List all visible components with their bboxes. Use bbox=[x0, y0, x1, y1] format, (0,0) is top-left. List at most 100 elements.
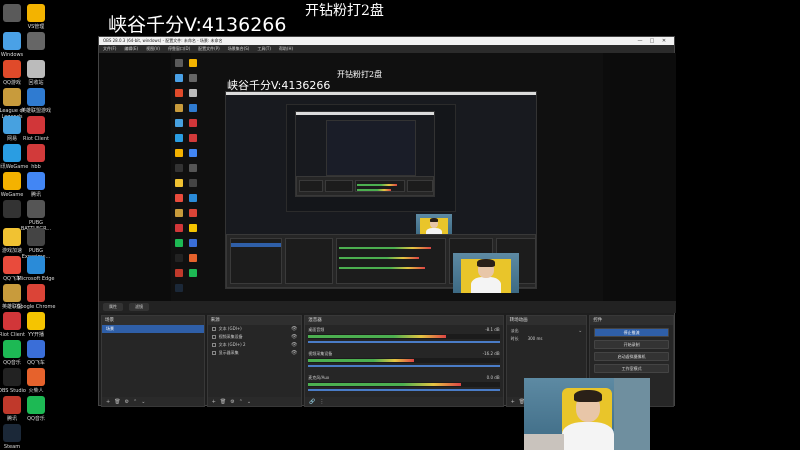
preview-canvas[interactable]: 峡谷千分V:4136266 开钻粉打2盘 bbox=[171, 53, 603, 301]
desktop-icon-label: VS管理 bbox=[27, 24, 45, 30]
obs-title-text: OBS 28.0.3 (64-bit, windows) - 配置文件: 未命名… bbox=[103, 38, 223, 43]
preview-app-icon bbox=[175, 179, 183, 187]
visibility-icon[interactable]: 👁 bbox=[291, 351, 297, 356]
mixer-menu-button[interactable]: ⋮ bbox=[320, 399, 325, 405]
start-recording-button[interactable]: 开始录制 bbox=[594, 340, 669, 349]
channel-db: -16.2 dB bbox=[482, 351, 500, 356]
add-source-button[interactable]: + bbox=[212, 399, 216, 405]
menu-edit[interactable]: 编辑(E) bbox=[124, 46, 138, 52]
preview-app-icon bbox=[189, 239, 197, 247]
source-config-button[interactable]: ⚙ bbox=[230, 399, 234, 405]
preview-app-icon bbox=[189, 179, 197, 187]
source-item[interactable]: 视频采集设备 👁 bbox=[208, 333, 302, 341]
close-button[interactable]: ✕ bbox=[658, 38, 670, 44]
preview-app-icon bbox=[189, 209, 197, 217]
desktop-icon[interactable]: 回收站 bbox=[16, 60, 56, 86]
desktop-icon-label: Windows bbox=[0, 52, 24, 58]
scene-item[interactable]: 场景 bbox=[102, 325, 204, 333]
source-up-button[interactable]: ⌃ bbox=[239, 399, 243, 405]
desktop-icon[interactable]: hbb bbox=[16, 144, 56, 170]
volume-slider[interactable] bbox=[308, 389, 500, 391]
menu-file[interactable]: 文件(F) bbox=[103, 46, 116, 52]
volume-slider[interactable] bbox=[308, 341, 500, 343]
app-icon bbox=[3, 424, 21, 442]
scene-up-button[interactable]: ⌃ bbox=[133, 399, 137, 405]
nested-obs-2 bbox=[295, 111, 435, 197]
desktop-icon[interactable]: VS管理 bbox=[16, 4, 56, 30]
app-icon bbox=[27, 256, 45, 274]
remove-source-button[interactable]: 🗑 bbox=[220, 399, 226, 405]
virtual-camera-button[interactable]: 启动虚拟摄像机 bbox=[594, 352, 669, 361]
app-icon bbox=[27, 172, 45, 190]
scene-config-button[interactable]: ⚙ bbox=[125, 399, 129, 405]
menu-scene-collection[interactable]: 场景集合(S) bbox=[228, 46, 250, 52]
desktop-icon[interactable]: Steam bbox=[0, 424, 32, 450]
desktop-icon[interactable]: Riot Client bbox=[16, 116, 56, 142]
obs-preview[interactable]: 峡谷千分V:4136266 开钻粉打2盘 bbox=[99, 53, 676, 301]
app-icon bbox=[27, 200, 45, 218]
overlay-title: 峡谷千分V:4136266 bbox=[108, 14, 287, 36]
preview-app-icon bbox=[175, 224, 183, 232]
desktop-icon[interactable] bbox=[16, 32, 56, 52]
preview-app-icon bbox=[189, 224, 197, 232]
source-item[interactable]: 文本 (GDI+) 👁 bbox=[208, 325, 302, 333]
preview-app-icon bbox=[175, 164, 183, 172]
desktop-icon[interactable]: Microsoft Edge bbox=[16, 256, 56, 282]
nested-preview-1 bbox=[286, 104, 456, 212]
mixer-dock: 混音器 桌面音频 -8.1 dB 视频采集设备 -16.2 dB 麦克风/Aux 0.0 … bbox=[304, 315, 504, 407]
channel-name: 桌面音频 bbox=[308, 327, 325, 332]
desktop-icon[interactable]: Google Chrome bbox=[16, 284, 56, 310]
preview-app-icon bbox=[175, 194, 183, 202]
add-transition-button[interactable]: + bbox=[511, 399, 515, 405]
desktop-icon-label: Google Chrome bbox=[16, 304, 56, 310]
preview-app-icon bbox=[175, 269, 183, 277]
minimize-button[interactable]: — bbox=[634, 38, 646, 44]
preview-app-icon bbox=[189, 254, 197, 262]
menu-profile[interactable]: 配置文件(P) bbox=[198, 46, 220, 52]
visibility-icon[interactable]: 👁 bbox=[291, 327, 297, 332]
preview-app-icon bbox=[189, 119, 197, 127]
add-scene-button[interactable]: + bbox=[106, 399, 110, 405]
maximize-button[interactable]: □ bbox=[646, 38, 658, 44]
scene-down-button[interactable]: ⌄ bbox=[141, 399, 145, 405]
transition-type-select[interactable]: 淡出 ⌄ bbox=[507, 327, 587, 335]
source-down-button[interactable]: ⌄ bbox=[247, 399, 251, 405]
volume-slider[interactable] bbox=[308, 365, 500, 367]
controls-title: 控件 bbox=[590, 316, 673, 325]
studio-mode-button[interactable]: 工作室模式 bbox=[594, 364, 669, 373]
remove-scene-button[interactable]: 🗑 bbox=[114, 399, 120, 405]
menu-docks[interactable]: 停靠窗口(D) bbox=[168, 46, 190, 52]
obs-menubar: 文件(F) 编辑(E) 视图(V) 停靠窗口(D) 配置文件(P) 场景集合(S… bbox=[99, 45, 674, 53]
mixer-title: 混音器 bbox=[305, 316, 503, 325]
desktop-icon[interactable]: QQ飞车 bbox=[16, 340, 56, 366]
menu-tools[interactable]: 工具(T) bbox=[257, 46, 271, 52]
source-item[interactable]: 文本 (GDI+) 2 👁 bbox=[208, 341, 302, 349]
overlay-subtitle: 开钻粉打2盘 bbox=[305, 3, 384, 19]
stop-streaming-button[interactable]: 停止推流 bbox=[594, 328, 669, 337]
desktop-icon-label: QQ音乐 bbox=[27, 416, 45, 422]
visibility-icon[interactable]: 👁 bbox=[291, 343, 297, 348]
desktop-icon[interactable]: QQ音乐 bbox=[16, 396, 56, 422]
source-item[interactable]: 显示器采集 👁 bbox=[208, 349, 302, 357]
scenes-dock: 场景 场景 + 🗑 ⚙ ⌃ ⌄ bbox=[101, 315, 205, 407]
desktop-icon[interactable]: 英雄联盟游戏 bbox=[16, 88, 56, 114]
filters-tab[interactable]: 滤镜 bbox=[129, 303, 149, 311]
desktop-icon[interactable]: YY开播 bbox=[16, 312, 56, 338]
preview-app-icon bbox=[175, 89, 183, 97]
menu-help[interactable]: 帮助(H) bbox=[279, 46, 293, 52]
transition-duration[interactable]: 时长 300 ms bbox=[507, 335, 587, 343]
mixer-link-button[interactable]: 🔗 bbox=[309, 399, 315, 405]
properties-tab[interactable]: 属性 bbox=[103, 303, 123, 311]
transitions-title: 转场动画 bbox=[506, 316, 587, 325]
desktop-icon[interactable]: 腾讯 bbox=[16, 172, 56, 198]
preview-app-icon bbox=[175, 119, 183, 127]
preview-app-icon bbox=[175, 149, 183, 157]
desktop-icon-label: Steam bbox=[3, 444, 21, 450]
visibility-icon[interactable]: 👁 bbox=[291, 335, 297, 340]
desktop-icon[interactable]: 火柴人 bbox=[16, 368, 56, 394]
preview-webcam bbox=[453, 253, 519, 293]
preview-app-icon bbox=[175, 74, 183, 82]
app-icon bbox=[27, 116, 45, 134]
nested-webcam-small bbox=[416, 214, 452, 236]
menu-view[interactable]: 视图(V) bbox=[146, 46, 160, 52]
